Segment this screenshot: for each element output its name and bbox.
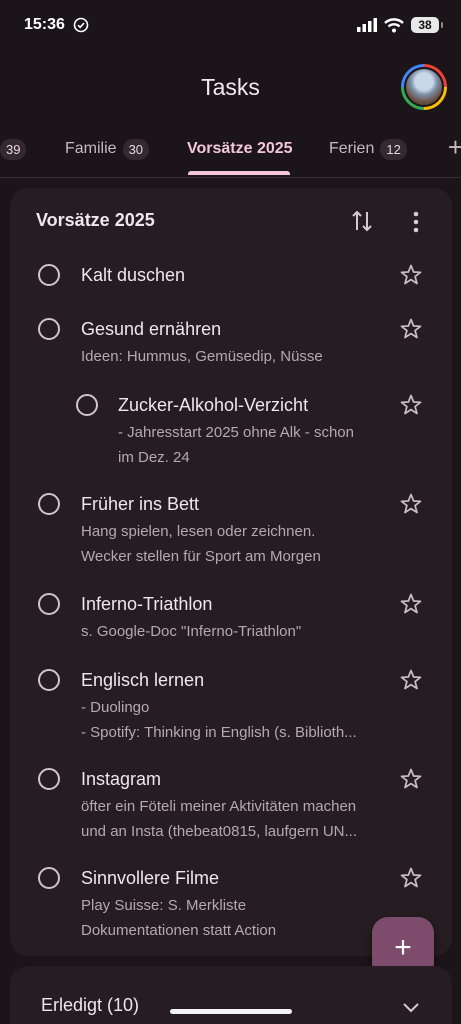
task-note: Wecker stellen für Sport am Morgen: [81, 548, 321, 565]
task-checkbox[interactable]: [38, 669, 60, 691]
task-title: Zucker-Alkohol-Verzicht: [118, 395, 309, 415]
star-icon[interactable]: [399, 263, 423, 287]
avatar-photo: [404, 67, 444, 107]
home-indicator: [170, 1009, 292, 1014]
task-checkbox[interactable]: [38, 318, 60, 340]
more-vert-icon[interactable]: [404, 210, 428, 234]
task-checkbox[interactable]: [38, 264, 60, 286]
star-icon[interactable]: [399, 393, 423, 417]
star-icon[interactable]: [399, 492, 423, 516]
task-title: Instagram: [81, 769, 162, 789]
tab-count: 30: [122, 138, 150, 160]
task-note: öfter ein Föteli meiner Aktivitäten mach…: [81, 798, 357, 815]
plus-icon: +: [394, 931, 412, 964]
sort-icon[interactable]: [350, 208, 374, 234]
signal-icon: [357, 18, 377, 32]
tab-bar: 39 Familie 30 Vorsätze 2025 Ferien 12: [0, 122, 461, 178]
task-note: - Spotify: Thinking in English (s. Bibli…: [81, 724, 357, 741]
tab-ferien[interactable]: Ferien 12: [329, 122, 407, 176]
status-bar: 15:36 38: [0, 0, 461, 50]
task-title: Sinnvollere Filme: [81, 868, 220, 888]
task-checkbox[interactable]: [76, 394, 98, 416]
page-title: Tasks: [201, 73, 260, 100]
task-title: Inferno-Triathlon: [81, 594, 213, 614]
tab-partial[interactable]: 39: [0, 122, 27, 176]
completed-label: Erledigt (10): [41, 995, 140, 1015]
task-checkbox[interactable]: [38, 867, 60, 889]
status-time: 15:36: [24, 16, 65, 33]
task-note: Ideen: Hummus, Gemüsedip, Nüsse: [81, 348, 323, 365]
tab-vorsaetze-2025[interactable]: Vorsätze 2025: [187, 122, 293, 176]
task-title: Englisch lernen: [81, 670, 205, 690]
add-list-icon[interactable]: +: [448, 132, 461, 163]
avatar[interactable]: [401, 64, 447, 110]
completed-section[interactable]: Erledigt (10): [10, 966, 452, 1024]
tab-label: Vorsätze 2025: [187, 140, 293, 157]
task-note: s. Google-Doc "Inferno-Triathlon": [81, 623, 302, 640]
list-title: Vorsätze 2025: [36, 210, 155, 230]
wifi-icon: [384, 17, 404, 32]
task-note: im Dez. 24: [118, 449, 190, 466]
task-note: Hang spielen, lesen oder zeichnen.: [81, 523, 316, 540]
task-title: Kalt duschen: [81, 265, 186, 285]
tab-label: Familie: [65, 140, 117, 157]
battery-indicator: 38: [411, 17, 443, 33]
task-checkbox[interactable]: [38, 493, 60, 515]
star-icon[interactable]: [399, 592, 423, 616]
tab-familie[interactable]: Familie 30: [65, 122, 150, 176]
tab-count: 12: [380, 138, 407, 160]
star-icon[interactable]: [399, 866, 423, 890]
task-checkbox[interactable]: [38, 593, 60, 615]
task-note: - Duolingo: [81, 699, 150, 716]
star-icon[interactable]: [399, 767, 423, 791]
app-header: Tasks: [0, 58, 461, 116]
tab-label: Ferien: [329, 140, 375, 157]
task-note: Play Suisse: S. Merkliste: [81, 897, 247, 914]
task-list-card: Vorsätze 2025 Kalt duschen Gesund ernähr…: [10, 188, 452, 956]
star-icon[interactable]: [399, 317, 423, 341]
task-checkbox[interactable]: [38, 768, 60, 790]
task-note: - Jahresstart 2025 ohne Alk - schon: [118, 424, 354, 441]
task-note: und an Insta (thebeat0815, laufgern UN..…: [81, 823, 358, 840]
task-title: Gesund ernähren: [81, 319, 222, 339]
task-title: Früher ins Bett: [81, 494, 200, 514]
task-note: Dokumentationen statt Action: [81, 922, 277, 939]
check-circle-icon: [73, 17, 89, 33]
chevron-down-icon[interactable]: [400, 996, 422, 1018]
star-icon[interactable]: [399, 668, 423, 692]
tab-count: 39: [0, 138, 27, 160]
active-tab-indicator: [188, 171, 290, 175]
